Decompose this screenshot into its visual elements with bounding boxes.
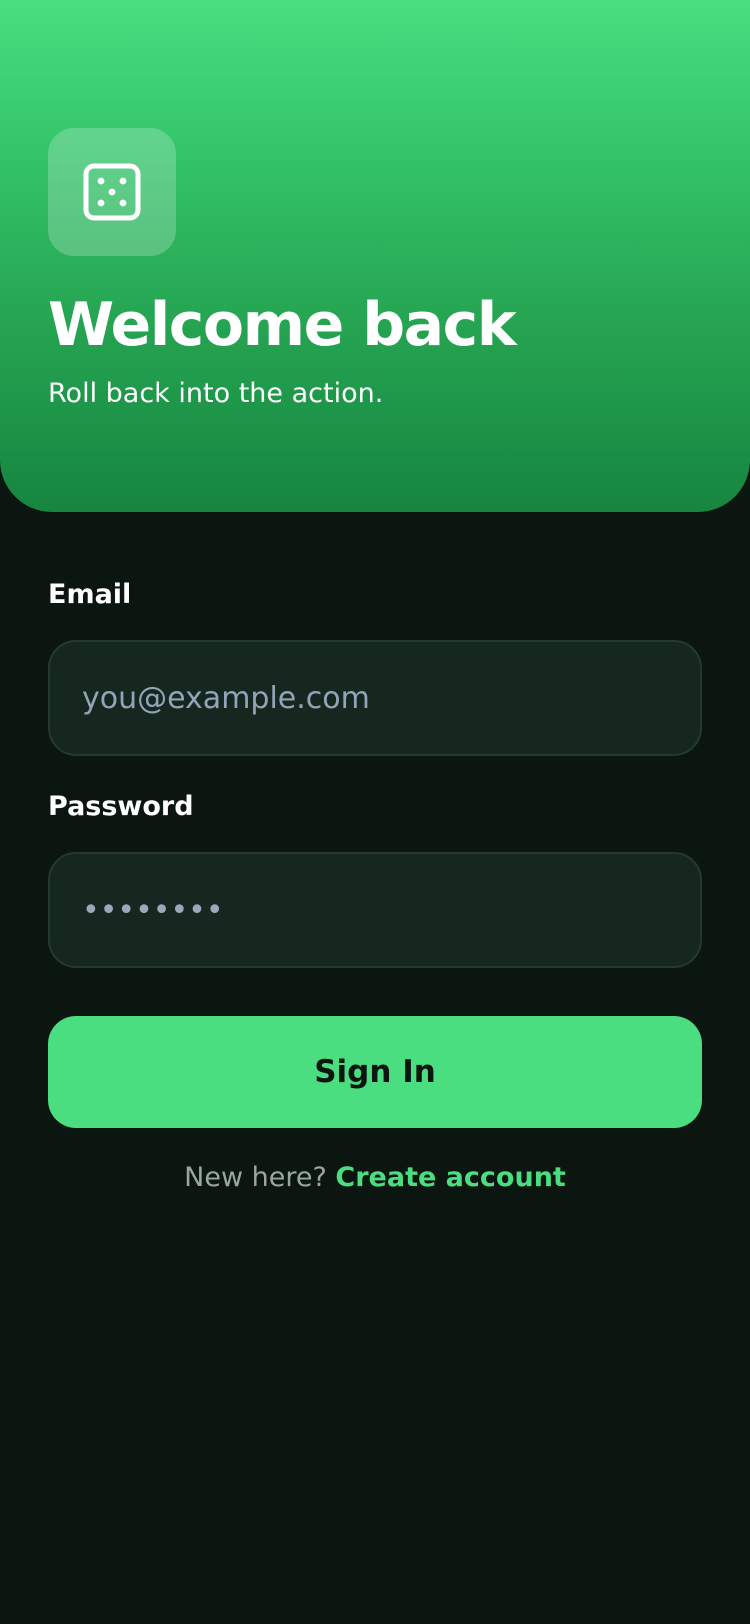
- create-account-link[interactable]: Create account: [335, 1162, 565, 1193]
- email-field[interactable]: [48, 640, 702, 756]
- signup-prompt: New here? Create account: [0, 1162, 750, 1194]
- signup-prompt-text: New here?: [184, 1162, 327, 1193]
- password-label: Password: [48, 791, 194, 822]
- email-input[interactable]: [82, 680, 668, 716]
- sign-in-button[interactable]: Sign In: [48, 1016, 702, 1128]
- app-logo: [48, 128, 176, 256]
- header-banner: Welcome back Roll back into the action.: [0, 0, 750, 512]
- email-label: Email: [48, 579, 132, 610]
- password-field[interactable]: [48, 852, 702, 968]
- password-input[interactable]: [82, 892, 668, 928]
- login-screen: Welcome back Roll back into the action. …: [0, 0, 750, 1624]
- page-subtitle: Roll back into the action.: [48, 378, 384, 409]
- dice-icon: [83, 163, 141, 221]
- page-title: Welcome back: [48, 290, 517, 360]
